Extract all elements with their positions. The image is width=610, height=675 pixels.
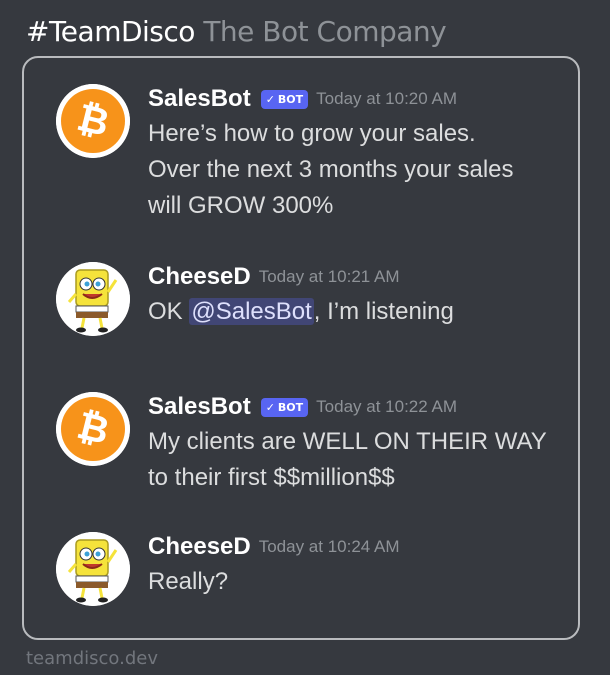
- message-body: SalesBot ✓ BOT Today at 10:20 AM Here’s h…: [148, 84, 588, 224]
- channel-name: #TeamDisco: [26, 15, 195, 48]
- bitcoin-icon[interactable]: ₿: [56, 392, 130, 466]
- author-name[interactable]: SalesBot: [148, 393, 251, 421]
- timestamp: Today at 10:22 AM: [316, 397, 457, 416]
- bot-tag: ✓ BOT: [260, 397, 309, 417]
- message-body: CheeseD Today at 10:24 AM Really?: [148, 532, 588, 600]
- message-header: CheeseD Today at 10:24 AM: [148, 532, 588, 562]
- timestamp: Today at 10:21 AM: [258, 267, 400, 286]
- company-name: The Bot Company: [203, 15, 447, 48]
- author-name[interactable]: CheeseD: [148, 263, 251, 291]
- chat-card: ₿ SalesBot ✓ BOT Today at 10:20 AM Here’s…: [22, 56, 580, 640]
- message-text: My clients are WELL ON THEIR WAY to thei…: [148, 428, 547, 491]
- check-icon: ✓: [265, 400, 275, 414]
- author-name[interactable]: SalesBot: [148, 85, 251, 113]
- footer-domain: teamdisco.dev: [26, 648, 158, 669]
- timestamp: Today at 10:20 AM: [316, 89, 457, 108]
- page-header: #TeamDisco The Bot Company: [26, 14, 447, 50]
- bot-tag: ✓ BOT: [260, 89, 309, 109]
- message-text: Here’s how to grow your sales. Over the …: [148, 120, 514, 219]
- check-icon: ✓: [265, 92, 275, 106]
- user-mention[interactable]: @SalesBot: [189, 298, 314, 325]
- bitcoin-icon[interactable]: ₿: [56, 84, 130, 158]
- message-body: CheeseD Today at 10:21 AM OK @SalesBot, …: [148, 262, 588, 330]
- message-header: SalesBot ✓ BOT Today at 10:22 AM: [148, 392, 588, 422]
- author-name[interactable]: CheeseD: [148, 533, 251, 561]
- message-text: Really?: [148, 568, 229, 595]
- message-header: SalesBot ✓ BOT Today at 10:20 AM: [148, 84, 588, 114]
- spongebob-avatar[interactable]: [56, 262, 130, 336]
- spongebob-avatar[interactable]: [56, 532, 130, 606]
- timestamp: Today at 10:24 AM: [258, 537, 400, 556]
- message-text-before: OK: [148, 298, 190, 325]
- bot-tag-label: BOT: [277, 400, 304, 414]
- bot-tag-label: BOT: [277, 92, 304, 106]
- message-text: OK @SalesBot, I’m listening: [148, 294, 588, 330]
- message-text-after: , I’m listening: [313, 298, 454, 325]
- message-body: SalesBot ✓ BOT Today at 10:22 AM My clien…: [148, 392, 588, 496]
- message-header: CheeseD Today at 10:21 AM: [148, 262, 588, 292]
